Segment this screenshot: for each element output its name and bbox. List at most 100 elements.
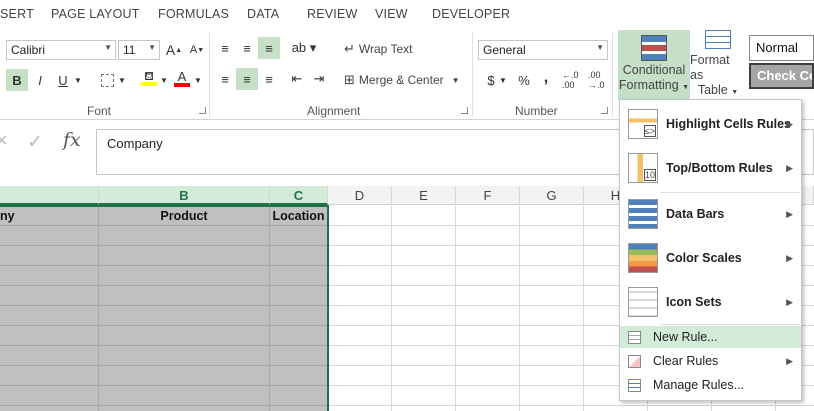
- cell[interactable]: [328, 326, 392, 346]
- tab-developer[interactable]: DEVELOPER: [432, 7, 510, 21]
- selected-cell[interactable]: [270, 386, 328, 406]
- align-left-button[interactable]: ≡: [214, 68, 236, 90]
- cell[interactable]: [456, 306, 520, 326]
- font-dialog-launcher-icon[interactable]: [199, 107, 206, 114]
- align-bottom-button[interactable]: ≡: [258, 37, 280, 59]
- font-name-combo[interactable]: Calibri ▼: [6, 40, 116, 60]
- cell[interactable]: [328, 226, 392, 246]
- grow-font-button[interactable]: A ▲: [163, 39, 185, 61]
- selected-cell[interactable]: [0, 406, 99, 411]
- cell[interactable]: [328, 366, 392, 386]
- cell[interactable]: [456, 206, 520, 226]
- selected-cell[interactable]: [270, 286, 328, 306]
- tab-page-layout[interactable]: PAGE LAYOUT: [51, 7, 140, 21]
- decrease-indent-button[interactable]: ⇤: [286, 68, 308, 90]
- column-header-f[interactable]: F: [456, 186, 520, 205]
- tab-review[interactable]: REVIEW: [307, 7, 358, 21]
- fill-color-dropdown[interactable]: ▼: [158, 69, 170, 91]
- menu-item-new-rule[interactable]: New Rule...: [620, 326, 801, 348]
- selected-cell[interactable]: [99, 306, 270, 326]
- cancel-icon[interactable]: ×: [0, 130, 8, 153]
- header-cell-location[interactable]: Location: [270, 206, 328, 226]
- selected-cell[interactable]: [270, 366, 328, 386]
- shrink-font-button[interactable]: A ▼: [186, 39, 208, 61]
- selected-cell[interactable]: [99, 386, 270, 406]
- cell[interactable]: [328, 386, 392, 406]
- column-header-b[interactable]: B: [99, 186, 270, 205]
- fill-color-button[interactable]: ⛾: [138, 67, 160, 89]
- underline-button[interactable]: U: [52, 69, 74, 91]
- cell[interactable]: [520, 406, 584, 411]
- decrease-decimal-button[interactable]: .00 →.0: [588, 69, 612, 91]
- merge-center-button[interactable]: ⊞ Merge & Center ▼: [344, 70, 460, 90]
- selected-cell[interactable]: [99, 266, 270, 286]
- selected-cell[interactable]: [99, 366, 270, 386]
- cell[interactable]: [392, 226, 456, 246]
- selected-cell[interactable]: [99, 246, 270, 266]
- cell[interactable]: [584, 406, 648, 411]
- cell[interactable]: [520, 246, 584, 266]
- selected-cell[interactable]: [0, 286, 99, 306]
- cell[interactable]: [456, 286, 520, 306]
- cell[interactable]: [648, 406, 712, 411]
- selected-cell[interactable]: [270, 246, 328, 266]
- column-header-d[interactable]: D: [328, 186, 392, 205]
- selected-cell[interactable]: [270, 306, 328, 326]
- selected-cell[interactable]: [99, 326, 270, 346]
- cell[interactable]: [392, 206, 456, 226]
- menu-item-data-bars[interactable]: Data Bars ▶: [620, 192, 801, 236]
- font-color-dropdown[interactable]: ▼: [192, 69, 204, 91]
- header-cell-company[interactable]: ny: [0, 206, 99, 226]
- selected-cell[interactable]: [0, 226, 99, 246]
- selected-cell[interactable]: [99, 286, 270, 306]
- conditional-formatting-button[interactable]: Conditional Formatting ▼: [618, 30, 690, 100]
- style-check-cell[interactable]: Check Cel: [749, 63, 814, 89]
- cell[interactable]: [520, 306, 584, 326]
- cell[interactable]: [520, 266, 584, 286]
- cell[interactable]: [456, 326, 520, 346]
- increase-indent-button[interactable]: ⇥: [308, 68, 330, 90]
- selected-cell[interactable]: [99, 226, 270, 246]
- selected-cell[interactable]: [99, 406, 270, 411]
- borders-button[interactable]: [96, 69, 118, 91]
- wrap-text-button[interactable]: ↵ Wrap Text: [344, 39, 412, 59]
- align-center-button[interactable]: ≡: [236, 68, 258, 90]
- borders-dropdown[interactable]: ▼: [116, 69, 128, 91]
- increase-decimal-button[interactable]: ←.0 .00: [562, 69, 586, 91]
- cell[interactable]: [456, 386, 520, 406]
- selected-cell[interactable]: [270, 326, 328, 346]
- font-size-combo[interactable]: 11 ▼: [118, 40, 160, 60]
- bold-button[interactable]: B: [6, 69, 28, 91]
- orientation-button[interactable]: ab ▾: [290, 37, 318, 59]
- number-dialog-launcher-icon[interactable]: [601, 107, 608, 114]
- selected-cell[interactable]: [270, 406, 328, 411]
- style-normal[interactable]: Normal: [749, 35, 814, 61]
- cell[interactable]: [456, 246, 520, 266]
- selected-cell[interactable]: [0, 246, 99, 266]
- menu-item-highlight-cells-rules[interactable]: ≤> Highlight Cells Rules ▶: [620, 102, 801, 146]
- align-right-button[interactable]: ≡: [258, 68, 280, 90]
- cell[interactable]: [520, 346, 584, 366]
- cell[interactable]: [392, 386, 456, 406]
- cell[interactable]: [520, 286, 584, 306]
- align-top-button[interactable]: ≡: [214, 37, 236, 59]
- cell[interactable]: [520, 206, 584, 226]
- selected-cell[interactable]: [0, 346, 99, 366]
- cell[interactable]: [328, 346, 392, 366]
- cell[interactable]: [392, 326, 456, 346]
- cell[interactable]: [456, 366, 520, 386]
- column-header-g[interactable]: G: [520, 186, 584, 205]
- percent-button[interactable]: %: [513, 69, 535, 91]
- menu-item-icon-sets[interactable]: Icon Sets ▶: [620, 280, 801, 324]
- cell[interactable]: [456, 346, 520, 366]
- align-middle-button[interactable]: ≡: [236, 37, 258, 59]
- tab-insert[interactable]: SERT: [0, 7, 34, 21]
- column-header-a[interactable]: [0, 186, 99, 205]
- cell[interactable]: [328, 266, 392, 286]
- number-format-combo[interactable]: General ▼: [478, 40, 608, 60]
- cell[interactable]: [520, 226, 584, 246]
- italic-button[interactable]: I: [29, 69, 51, 91]
- format-as-table-button[interactable]: Format as Table ▼: [690, 30, 746, 100]
- selected-cell[interactable]: [270, 226, 328, 246]
- insert-function-icon[interactable]: fx: [63, 129, 81, 151]
